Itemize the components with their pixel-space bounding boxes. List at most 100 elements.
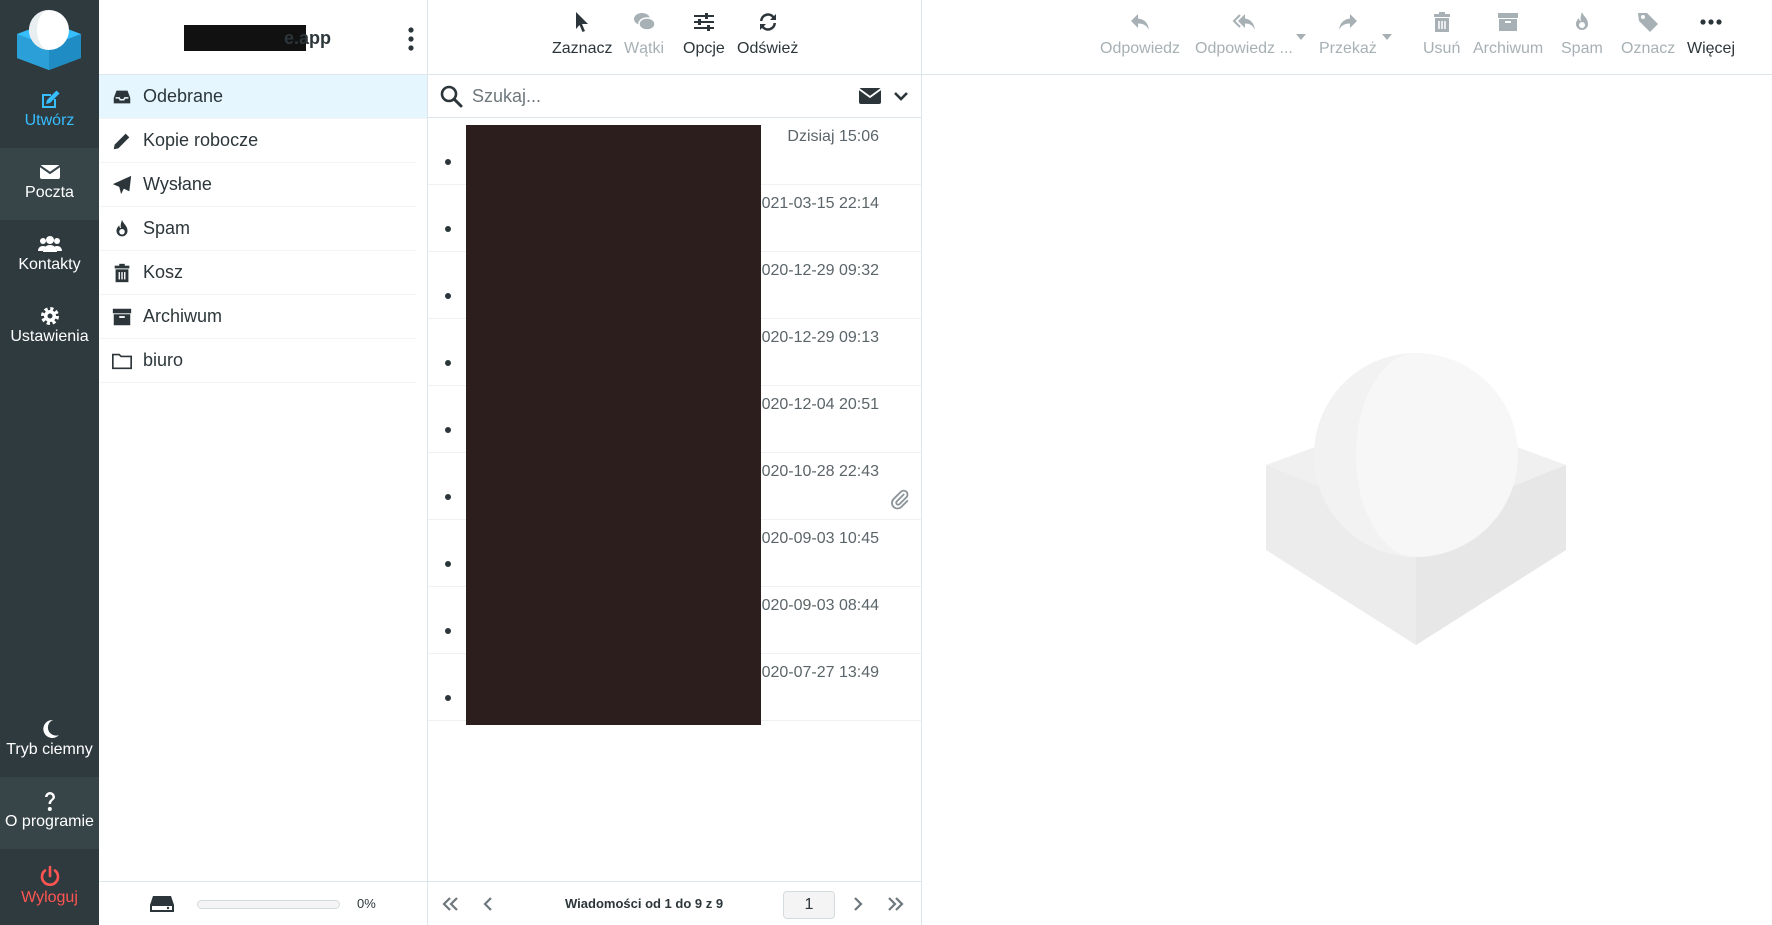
quota-progress-bar (197, 900, 340, 909)
gear-icon (0, 292, 99, 326)
previous-page-icon[interactable] (478, 894, 498, 914)
folders-header: e.app (99, 0, 427, 75)
spam-label: Spam (1561, 40, 1603, 57)
quota-footer: 0% (99, 881, 427, 925)
threads-button[interactable]: Wątki (624, 10, 664, 58)
unread-bullet (445, 628, 451, 634)
archive-label: Archiwum (1473, 40, 1544, 57)
taskbar: Utwórz Poczta Kontakty Ustawienia Tryb c (0, 0, 99, 925)
search-bar (428, 75, 921, 118)
roundcube-watermark-logo-icon (1266, 353, 1566, 645)
about-label: O programie (5, 813, 94, 830)
message-date: 2021-03-15 22:14 (752, 195, 879, 212)
compose-icon (0, 76, 99, 110)
folder-drafts[interactable]: Kopie robocze (99, 119, 417, 163)
more-label: Więcej (1687, 40, 1736, 57)
redacted-content-block (466, 125, 761, 725)
folder-label: Kopie robocze (143, 130, 259, 150)
page-number-input[interactable] (783, 891, 835, 919)
folder-trash[interactable]: Kosz (99, 251, 417, 295)
mark-label: Oznacz (1621, 40, 1676, 57)
message-date: 2020-12-29 09:32 (752, 262, 879, 279)
trash-icon (1423, 10, 1460, 40)
refresh-icon (737, 10, 798, 40)
select-button[interactable]: Zaznacz (552, 10, 612, 58)
first-page-icon[interactable] (440, 894, 460, 914)
reply-all-label: Odpowiedz ... (1195, 40, 1293, 57)
contacts-button[interactable]: Kontakty (0, 220, 99, 292)
roundcube-logo-icon (17, 10, 81, 70)
folder-archive[interactable]: Archiwum (99, 295, 417, 339)
folder-label: Archiwum (143, 306, 223, 326)
message-date: 2020-12-04 20:51 (752, 396, 879, 413)
spam-button[interactable]: Spam (1561, 10, 1603, 58)
logout-label: Wyloguj (21, 889, 78, 906)
mark-button[interactable]: Oznacz (1621, 10, 1675, 58)
unread-bullet (445, 159, 451, 165)
compose-button[interactable]: Utwórz (0, 76, 99, 148)
select-label: Zaznacz (552, 40, 613, 57)
archive-button[interactable]: Archiwum (1473, 10, 1543, 58)
reply-all-button[interactable]: Odpowiedz ... (1195, 10, 1293, 58)
comments-icon (624, 10, 664, 40)
folder-label: Kosz (143, 262, 184, 282)
contacts-label: Kontakty (18, 256, 81, 273)
fire-icon (1561, 10, 1603, 40)
message-date: Dzisiaj 15:06 (787, 128, 879, 145)
last-page-icon[interactable] (886, 894, 906, 914)
refresh-button[interactable]: Odśwież (737, 10, 798, 58)
message-count: Wiadomości od 1 do 9 z 9 (565, 896, 724, 911)
more-button[interactable]: Więcej (1687, 10, 1735, 58)
mail-button[interactable]: Poczta (0, 148, 99, 220)
forward-icon (1319, 10, 1377, 40)
message-date: 2020-09-03 08:44 (752, 597, 879, 614)
next-page-icon[interactable] (848, 894, 868, 914)
refresh-label: Odśwież (737, 40, 799, 57)
mail-app: Utwórz Poczta Kontakty Ustawienia Tryb c (0, 0, 1772, 925)
unread-bullet (445, 293, 451, 299)
dark-mode-label: Tryb ciemny (6, 741, 93, 758)
mail-label: Poczta (25, 184, 74, 201)
reply-all-icon (1195, 10, 1293, 40)
power-icon (0, 853, 99, 887)
message-date: 2020-12-29 09:13 (752, 329, 879, 346)
unread-bullet (445, 226, 451, 232)
tag-icon (1621, 10, 1675, 40)
logout-button[interactable]: Wyloguj (0, 853, 99, 925)
delete-button[interactable]: Usuń (1423, 10, 1460, 58)
search-input[interactable] (472, 81, 852, 111)
archive-icon (109, 305, 135, 329)
message-date: 2020-10-28 22:43 (752, 463, 879, 480)
folder-spam[interactable]: Spam (99, 207, 417, 251)
unread-bullet (445, 561, 451, 567)
message-toolbar: Odpowiedz Odpowiedz ... Przekaż Usuń Arc… (922, 0, 1772, 75)
dark-mode-button[interactable]: Tryb ciemny (0, 705, 99, 777)
ellipsis-icon (1687, 10, 1735, 40)
compose-label: Utwórz (24, 112, 75, 129)
about-button[interactable]: O programie (0, 777, 99, 849)
folder-inbox[interactable]: Odebrane (99, 75, 427, 119)
unread-bullet (445, 427, 451, 433)
folder-sent[interactable]: Wysłane (99, 163, 417, 207)
unread-bullet (445, 360, 451, 366)
trash-icon (109, 261, 135, 285)
chevron-down-icon[interactable] (893, 89, 909, 103)
search-icon[interactable] (439, 84, 463, 108)
unread-bullet (445, 695, 451, 701)
forward-button[interactable]: Przekaż (1319, 10, 1377, 58)
folder-label: Spam (143, 218, 191, 238)
options-button[interactable]: Opcje (683, 10, 725, 58)
reply-all-dropdown-caret-icon[interactable] (1296, 33, 1306, 41)
folder-icon (109, 349, 135, 373)
more-options-icon[interactable] (405, 26, 417, 52)
pencil-icon (109, 129, 135, 153)
reply-button[interactable]: Odpowiedz (1100, 10, 1180, 58)
folder-list-panel: e.app Odebrane Kopie robocze Wysłane Spa… (99, 0, 428, 925)
forward-dropdown-caret-icon[interactable] (1382, 33, 1392, 41)
envelope-icon[interactable] (858, 86, 882, 106)
message-list-toolbar: Zaznacz Wątki Opcje Odśwież (428, 0, 921, 75)
settings-button[interactable]: Ustawienia (0, 292, 99, 364)
options-label: Opcje (683, 40, 725, 57)
folder-biuro[interactable]: biuro (99, 339, 417, 383)
sliders-icon (683, 10, 725, 40)
